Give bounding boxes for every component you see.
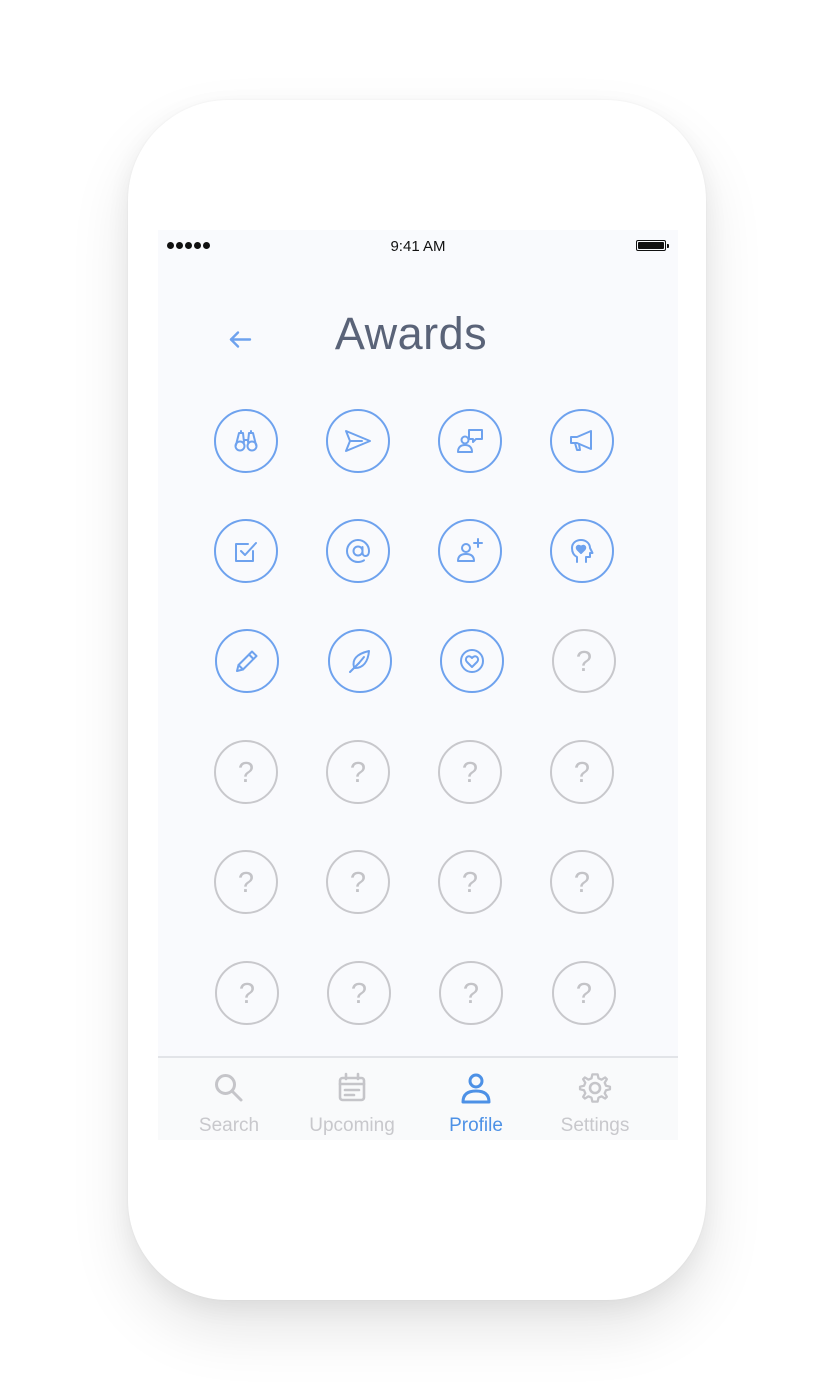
award-locked[interactable]: ? <box>439 961 503 1025</box>
at-sign-icon <box>346 539 370 563</box>
tab-label: Profile <box>449 1115 503 1136</box>
award-locked[interactable]: ? <box>214 850 278 914</box>
add-user-icon <box>457 538 483 562</box>
locked-question-mark: ? <box>349 866 367 899</box>
locked-question-mark: ? <box>575 645 593 678</box>
award-locked[interactable]: ? <box>326 740 390 804</box>
head-heart-icon <box>571 539 594 563</box>
award-pencil[interactable] <box>215 629 279 693</box>
battery-icon <box>636 240 669 251</box>
locked-question-mark: ? <box>461 756 479 789</box>
award-locked[interactable]: ? <box>552 629 616 693</box>
locked-question-mark: ? <box>573 866 591 899</box>
award-feather[interactable] <box>328 629 392 693</box>
award-locked[interactable]: ? <box>327 961 391 1025</box>
award-head-heart[interactable] <box>550 519 614 583</box>
tab-profile[interactable]: Profile <box>426 1058 526 1140</box>
status-bar: 9:41 AM <box>158 230 678 262</box>
award-locked[interactable]: ? <box>438 850 502 914</box>
page-title: Awards <box>334 308 488 359</box>
binoculars-icon <box>234 430 258 452</box>
person-speech-icon <box>457 429 483 453</box>
locked-question-mark: ? <box>238 977 256 1010</box>
award-locked[interactable]: ? <box>215 961 279 1025</box>
award-person-speech[interactable] <box>438 409 502 473</box>
locked-question-mark: ? <box>350 977 368 1010</box>
locked-question-mark: ? <box>237 756 255 789</box>
feather-icon <box>349 650 370 673</box>
tab-settings[interactable]: Settings <box>545 1058 645 1140</box>
award-locked[interactable]: ? <box>214 740 278 804</box>
award-megaphone[interactable] <box>550 409 614 473</box>
locked-question-mark: ? <box>575 977 593 1010</box>
tab-upcoming[interactable]: Upcoming <box>292 1058 412 1140</box>
paper-plane-icon <box>345 430 371 452</box>
tab-label: Upcoming <box>309 1115 395 1136</box>
award-locked[interactable]: ? <box>438 740 502 804</box>
award-checkbox[interactable] <box>214 519 278 583</box>
tab-bar: Search Upcoming Profile Settings <box>158 1056 678 1140</box>
locked-question-mark: ? <box>237 866 255 899</box>
award-heart-circle[interactable] <box>440 629 504 693</box>
locked-question-mark: ? <box>573 756 591 789</box>
person-icon <box>461 1073 491 1104</box>
heart-circle-icon <box>460 649 484 673</box>
locked-question-mark: ? <box>462 977 480 1010</box>
award-locked[interactable]: ? <box>326 850 390 914</box>
gear-icon <box>578 1073 612 1103</box>
tab-label: Settings <box>560 1115 630 1136</box>
award-add-user[interactable] <box>438 519 502 583</box>
calendar-icon <box>338 1072 366 1102</box>
status-time: 9:41 AM <box>390 238 446 255</box>
award-locked[interactable]: ? <box>552 961 616 1025</box>
award-paper-plane[interactable] <box>326 409 390 473</box>
award-at-sign[interactable] <box>326 519 390 583</box>
megaphone-icon <box>570 430 592 451</box>
tab-label: Search <box>198 1115 260 1136</box>
award-locked[interactable]: ? <box>550 850 614 914</box>
locked-question-mark: ? <box>461 866 479 899</box>
award-locked[interactable]: ? <box>550 740 614 804</box>
search-icon <box>215 1074 243 1102</box>
checkbox-icon <box>235 542 257 562</box>
pencil-icon <box>236 650 258 672</box>
app-screen: 9:41 AM Awards ? ? ? ? ? ? ? ? ? ? ? ? ?… <box>158 230 678 1140</box>
locked-question-mark: ? <box>349 756 367 789</box>
tab-search[interactable]: Search <box>179 1058 279 1140</box>
award-binoculars[interactable] <box>214 409 278 473</box>
